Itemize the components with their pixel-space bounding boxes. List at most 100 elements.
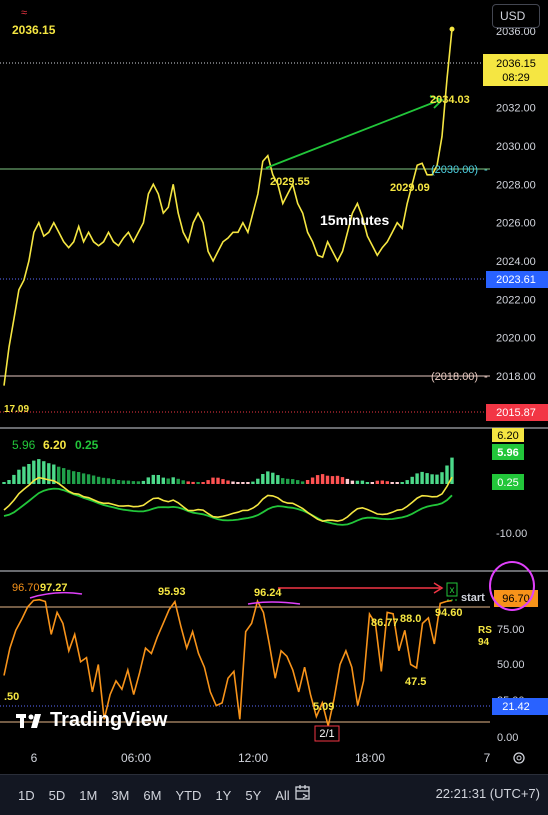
macd-histogram-bar [370, 482, 374, 484]
svg-text:2/1: 2/1 [319, 728, 334, 740]
macd-histogram-bar [345, 478, 350, 484]
range-1d[interactable]: 1D [18, 788, 35, 803]
range-ytd[interactable]: YTD [175, 788, 201, 803]
price-tick-label: 2018.00 [496, 371, 536, 383]
macd-histogram-bar [375, 480, 379, 484]
red-level-badge: 2015.87 [486, 404, 548, 421]
rsi-label-5: 5.09 [313, 701, 334, 713]
svg-text:0.25: 0.25 [497, 477, 518, 489]
tradingview-logo: TradingView [16, 709, 167, 732]
range-1m[interactable]: 1M [79, 788, 97, 803]
macd-histogram-bar [395, 482, 399, 484]
macd-histogram-bar [236, 482, 240, 484]
range-5d[interactable]: 5D [49, 788, 66, 803]
rsi-label-88: 88.0 [400, 613, 421, 625]
range-5y[interactable]: 5Y [245, 788, 261, 803]
macd-histogram-bar [106, 478, 111, 484]
macd-histogram-bar [221, 479, 225, 484]
macd-histogram-bar [7, 480, 11, 484]
macd-histogram-bar [76, 472, 81, 484]
range-all[interactable]: All [275, 788, 289, 803]
macd-histogram-bar [430, 474, 434, 484]
header-last-price: 2036.15 [12, 23, 56, 37]
macd-histogram-bar [291, 479, 295, 484]
macd-histogram-bar [425, 473, 429, 484]
rsi-axis-cut-value: 94 [478, 637, 490, 648]
macd-histogram-bar [121, 480, 126, 484]
macd-histogram-bar [101, 477, 106, 484]
macd-badge-3: 0.25 [492, 474, 524, 490]
macd-histogram-bar [266, 471, 270, 484]
macd-histogram-bar [246, 482, 250, 484]
rsi-axis-75: 75.00 [497, 624, 525, 636]
macd-histogram-bar [67, 469, 71, 484]
trading-chart[interactable]: ≈ 2036.15 2029.55 2034.03 2029.09 15minu… [0, 0, 548, 814]
macd-histogram-bar [216, 477, 220, 484]
time-label-7: 7 [484, 751, 491, 765]
macd-histogram-bar [276, 475, 280, 484]
rsi-axis-cut: RS [478, 625, 492, 636]
macd-histogram-bar [410, 476, 414, 484]
calendar-goto-icon[interactable] [294, 784, 312, 802]
macd-histogram-bar [141, 480, 146, 484]
macd-histogram-bar [2, 482, 6, 484]
macd-histogram-bar [350, 480, 355, 484]
macd-histogram-bar [116, 480, 121, 484]
line-2030-label: (2030.00) [431, 164, 478, 176]
time-label-6: 6 [31, 751, 38, 765]
macd-badge-1: 6.20 [492, 428, 524, 442]
macd-histogram-bar [415, 473, 419, 484]
macd-histogram-bar [72, 471, 76, 484]
price-tick-label: 2028.00 [496, 179, 536, 191]
macd-histogram-bar [57, 466, 61, 484]
macd-histogram-bar [435, 474, 439, 484]
range-6m[interactable]: 6M [143, 788, 161, 803]
currency-selector[interactable]: USD [492, 4, 540, 28]
macd-histogram-bar [181, 480, 185, 484]
macd-histogram-bar [196, 482, 200, 484]
svg-text:21.42: 21.42 [502, 701, 530, 713]
high-label: 2034.03 [430, 94, 470, 106]
price-tick-label: 2030.00 [496, 141, 536, 153]
macd-histogram-bar [355, 480, 360, 484]
macd-histogram-bar [340, 477, 345, 484]
macd-histogram-bar [22, 466, 26, 484]
rsi-blue-badge: 21.42 [492, 698, 548, 715]
svg-text:2015.87: 2015.87 [496, 407, 536, 419]
range-1y[interactable]: 1Y [215, 788, 231, 803]
macd-histogram-bar [126, 480, 131, 484]
macd-histogram-bar [335, 475, 340, 484]
macd-histogram-bar [315, 475, 320, 484]
macd-histogram-bar [37, 459, 41, 484]
price-axis-current-badge: 2036.15 08:29 [483, 54, 548, 86]
svg-text:x: x [450, 585, 455, 596]
macd-value-2: 6.20 [43, 438, 67, 452]
svg-text:5.96: 5.96 [497, 447, 518, 459]
macd-histogram-bar [62, 468, 66, 484]
gold-symbol-icon: ≈ [21, 7, 27, 19]
rsi-label-86: 86.77 [371, 617, 399, 629]
macd-histogram-bar [166, 478, 170, 484]
macd-histogram-bar [320, 474, 325, 484]
price-tick-label: 2032.00 [496, 103, 536, 115]
macd-histogram-bar [385, 481, 389, 484]
rsi-label-95: 95.93 [158, 586, 186, 598]
macd-histogram-bar [241, 482, 245, 484]
macd-histogram-bar [256, 478, 260, 484]
line-2018-dash: - [484, 371, 488, 383]
macd-histogram-bar [86, 474, 91, 484]
macd-histogram-bar [440, 472, 444, 484]
range-3m[interactable]: 3M [111, 788, 129, 803]
clock-timezone[interactable]: 22:21:31 (UTC+7) [436, 786, 540, 801]
macd-histogram-bar [286, 478, 290, 484]
left-cut-label: 17.09 [4, 404, 29, 415]
rsi-label-94: 94.60 [435, 607, 463, 619]
macd-histogram-bar [325, 475, 330, 484]
svg-text:2036.15: 2036.15 [496, 58, 536, 70]
peak-label: 2029.55 [270, 176, 310, 188]
svg-text:96.70: 96.70 [502, 593, 530, 605]
macd-histogram-bar [12, 474, 16, 484]
timeframe-note: 15minutes [320, 212, 389, 228]
price-tick-label: 2024.00 [496, 256, 536, 268]
tradingview-logo-text: TradingView [50, 709, 168, 731]
